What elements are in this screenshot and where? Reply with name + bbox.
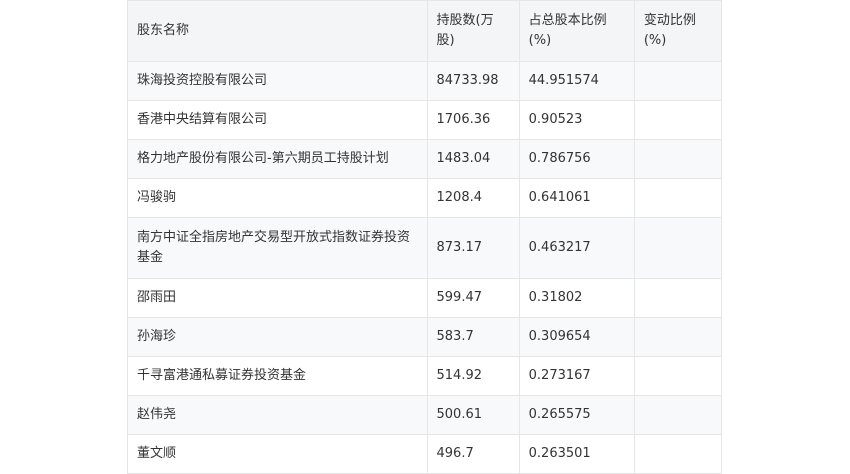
cell-change: [633, 217, 723, 279]
cell-shares: 873.17: [426, 217, 520, 279]
table-row: 珠海投资控股有限公司 84733.98 44.951574: [127, 61, 723, 101]
cell-name: 千寻富港通私募证券投资基金: [127, 356, 428, 396]
cell-ratio: 0.309654: [518, 317, 635, 357]
cell-change: [633, 178, 723, 218]
table-row: 邵雨田 599.47 0.31802: [127, 278, 723, 318]
shareholder-table-container: 股东名称 持股数(万股) 占总股本比例(%) 变动比例(%) 珠海投资控股有限公…: [127, 0, 723, 474]
cell-name: 邵雨田: [127, 278, 428, 318]
table-header-row: 股东名称 持股数(万股) 占总股本比例(%) 变动比例(%): [127, 0, 723, 62]
cell-name: 孙海珍: [127, 317, 428, 357]
cell-name: 香港中央结算有限公司: [127, 100, 428, 140]
table-row: 格力地产股份有限公司-第六期员工持股计划 1483.04 0.786756: [127, 139, 723, 179]
cell-change: [633, 434, 723, 474]
table-row: 孙海珍 583.7 0.309654: [127, 317, 723, 357]
cell-name: 格力地产股份有限公司-第六期员工持股计划: [127, 139, 428, 179]
header-ratio: 占总股本比例(%): [518, 0, 635, 62]
cell-shares: 599.47: [426, 278, 520, 318]
header-shares: 持股数(万股): [426, 0, 520, 62]
cell-shares: 1208.4: [426, 178, 520, 218]
table-row: 董文顺 496.7 0.263501: [127, 434, 723, 474]
cell-ratio: 0.463217: [518, 217, 635, 279]
header-shareholder-name: 股东名称: [127, 0, 428, 62]
cell-ratio: 44.951574: [518, 61, 635, 101]
header-change: 变动比例(%): [633, 0, 723, 62]
cell-change: [633, 356, 723, 396]
cell-name: 南方中证全指房地产交易型开放式指数证券投资基金: [127, 217, 428, 279]
cell-name: 赵伟尧: [127, 395, 428, 435]
cell-name: 珠海投资控股有限公司: [127, 61, 428, 101]
table-row: 南方中证全指房地产交易型开放式指数证券投资基金 873.17 0.463217: [127, 217, 723, 279]
cell-ratio: 0.90523: [518, 100, 635, 140]
cell-ratio: 0.263501: [518, 434, 635, 474]
cell-shares: 496.7: [426, 434, 520, 474]
cell-ratio: 0.31802: [518, 278, 635, 318]
table-row: 千寻富港通私募证券投资基金 514.92 0.273167: [127, 356, 723, 396]
cell-ratio: 0.641061: [518, 178, 635, 218]
cell-name: 冯骏驹: [127, 178, 428, 218]
cell-change: [633, 395, 723, 435]
cell-shares: 1706.36: [426, 100, 520, 140]
cell-shares: 84733.98: [426, 61, 520, 101]
cell-change: [633, 61, 723, 101]
shareholder-table: 股东名称 持股数(万股) 占总股本比例(%) 变动比例(%) 珠海投资控股有限公…: [127, 0, 723, 474]
table-row: 香港中央结算有限公司 1706.36 0.90523: [127, 100, 723, 140]
cell-shares: 500.61: [426, 395, 520, 435]
cell-shares: 514.92: [426, 356, 520, 396]
cell-shares: 583.7: [426, 317, 520, 357]
table-row: 冯骏驹 1208.4 0.641061: [127, 178, 723, 218]
cell-change: [633, 317, 723, 357]
cell-change: [633, 278, 723, 318]
cell-change: [633, 139, 723, 179]
cell-ratio: 0.265575: [518, 395, 635, 435]
cell-ratio: 0.786756: [518, 139, 635, 179]
cell-change: [633, 100, 723, 140]
cell-name: 董文顺: [127, 434, 428, 474]
cell-ratio: 0.273167: [518, 356, 635, 396]
table-row: 赵伟尧 500.61 0.265575: [127, 395, 723, 435]
cell-shares: 1483.04: [426, 139, 520, 179]
